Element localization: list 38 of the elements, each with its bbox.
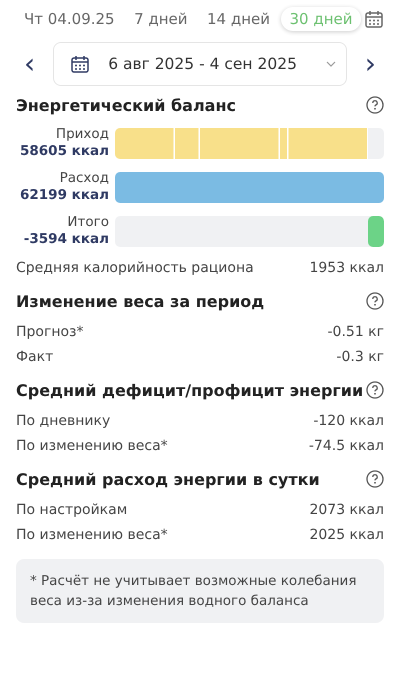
help-icon[interactable] xyxy=(366,292,384,310)
section-title: Средний дефицит/профицит энергии xyxy=(16,380,364,400)
row-label: Средняя калорийность рациона xyxy=(16,260,254,276)
section-title: Средний расход энергии в сутки xyxy=(16,470,320,488)
period-tab[interactable]: 7 дней xyxy=(126,7,196,31)
period-tab[interactable]: 14 дней xyxy=(199,7,278,31)
row-value: 1953 ккал xyxy=(309,260,384,276)
row-label: Прогноз* xyxy=(16,324,84,340)
row-label: По дневнику xyxy=(16,413,110,429)
row-label: По изменению веса* xyxy=(16,527,168,543)
row-label: По изменению веса* xyxy=(16,438,168,454)
next-button[interactable]: › xyxy=(356,50,384,78)
row-label: По настройкам xyxy=(16,502,128,518)
bar-label: Расход xyxy=(60,170,109,186)
bar-value: -3594 ккал xyxy=(22,231,109,248)
row-value: -74.5 ккал xyxy=(308,438,384,454)
previous-button[interactable]: ‹ xyxy=(16,50,44,78)
calendar-icon[interactable] xyxy=(70,54,90,74)
period-tab[interactable]: Чт 04.09.25 xyxy=(16,7,123,31)
bar-value: 58605 ккал xyxy=(19,143,109,160)
row-label: Факт xyxy=(16,349,54,365)
chevron-down-icon xyxy=(326,61,336,67)
date-range-picker[interactable]: 6 авг 2025 - 4 сен 2025 xyxy=(53,42,347,86)
row-value: 2073 ккал xyxy=(309,502,384,518)
row-value: -0.51 кг xyxy=(328,324,384,340)
row-value: -120 ккал xyxy=(313,413,384,429)
row-value: -0.3 кг xyxy=(336,349,384,365)
help-icon[interactable] xyxy=(366,381,384,399)
row-value: 2025 ккал xyxy=(309,527,384,543)
help-icon[interactable] xyxy=(366,96,384,114)
section-title: Изменение веса за период xyxy=(16,292,264,310)
bar-label: Приход xyxy=(56,126,109,142)
bar-label: Итого xyxy=(67,214,109,230)
footnote: * Расчёт не учитывает возможные колебания веса из-за изменения водного баланса xyxy=(16,559,384,623)
calendar-icon[interactable] xyxy=(364,9,384,29)
help-icon[interactable] xyxy=(366,470,384,488)
bar-value: 62199 ккал xyxy=(19,187,109,204)
section-title: Энергетический баланс xyxy=(16,96,236,114)
